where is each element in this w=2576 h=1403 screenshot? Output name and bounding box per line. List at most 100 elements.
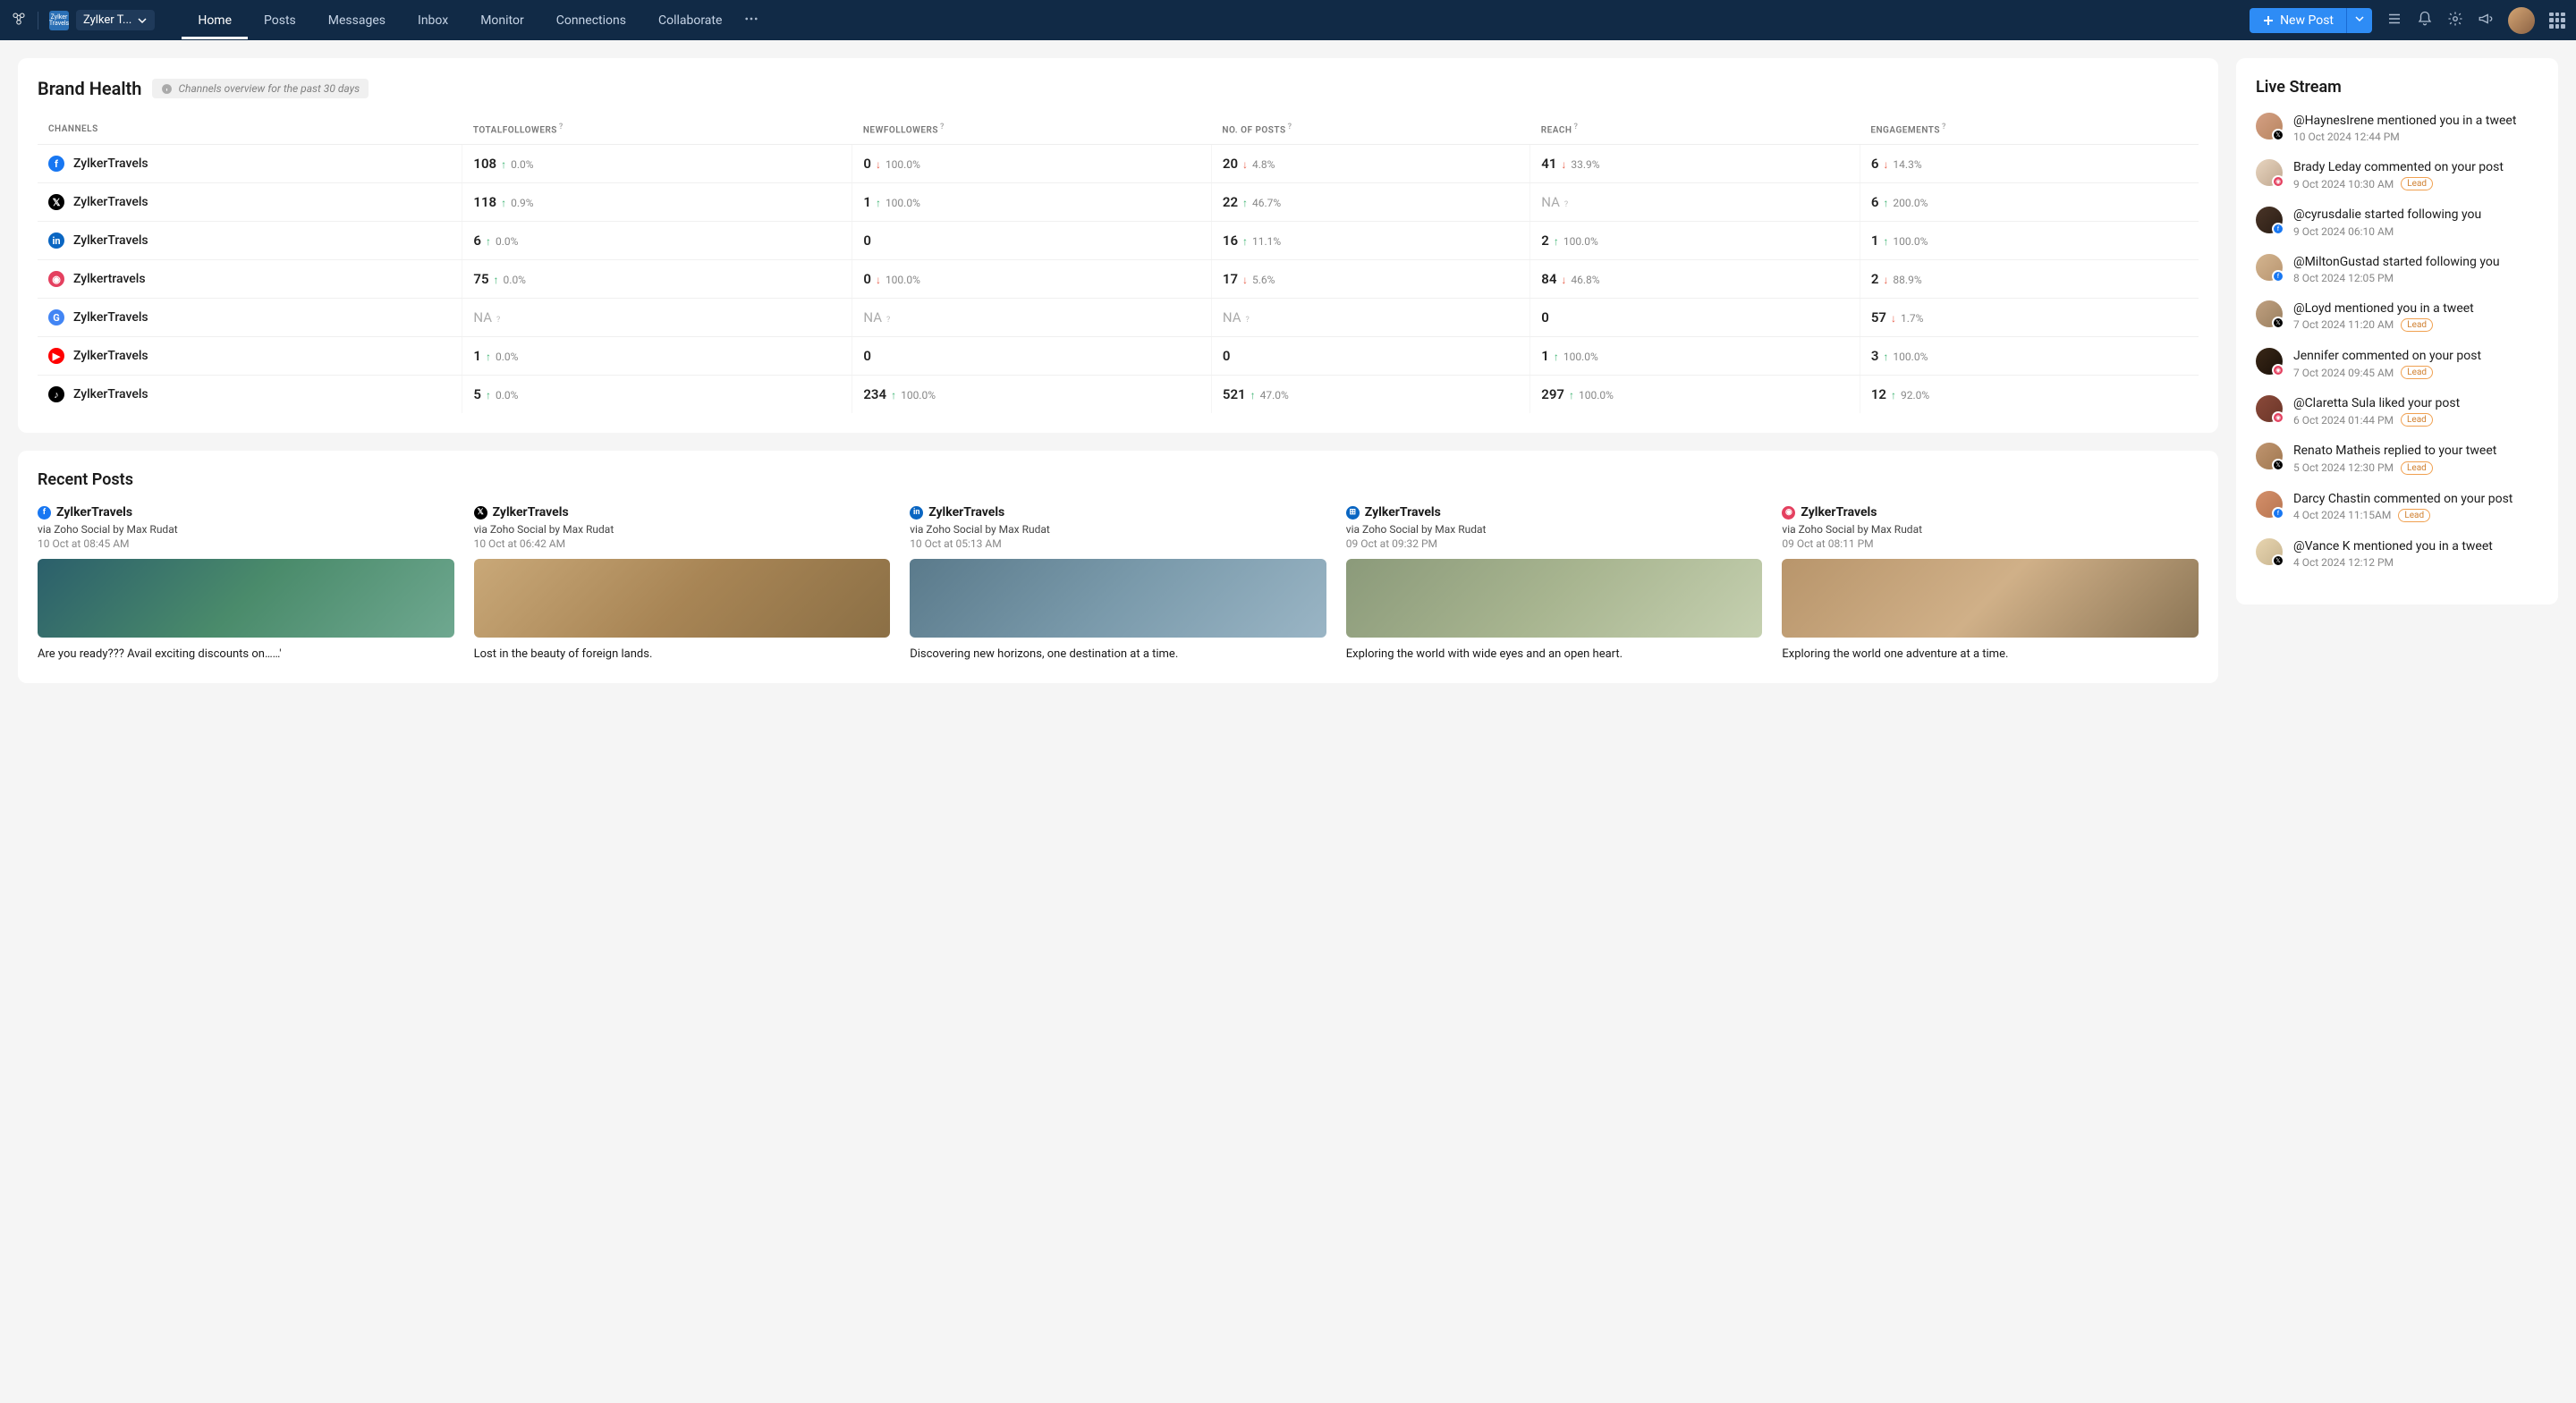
lead-badge: Lead xyxy=(2401,461,2433,475)
trend-down-icon: ↓ xyxy=(1242,274,1248,286)
trend-up-icon: ↑ xyxy=(486,389,491,401)
metric-value: NA xyxy=(1223,309,1241,325)
nav-item-connections[interactable]: Connections xyxy=(540,2,642,39)
linkedin-icon: in xyxy=(910,506,923,520)
metric-percent: 100.0% xyxy=(886,274,920,286)
post-text: Exploring the world one adventure at a t… xyxy=(1782,647,2199,663)
brand-health-header: Brand Health Channels overview for the p… xyxy=(38,78,2199,99)
post-card[interactable]: ◉ZylkerTravelsvia Zoho Social by Max Rud… xyxy=(1782,505,2199,663)
metric-value: 0 xyxy=(1541,309,1549,325)
metric-percent: 92.0% xyxy=(1901,389,1929,401)
table-row[interactable]: ◉Zylkertravels75↑0.0%0↓100.0%17↓5.6%84↓4… xyxy=(38,260,2199,299)
table-header: TOTALFOLLOWERS? xyxy=(462,114,852,145)
user-avatar[interactable] xyxy=(2508,7,2535,34)
metric-percent: 100.0% xyxy=(1893,351,1928,363)
brand-selector[interactable]: Zylker T... xyxy=(76,10,155,30)
metric-percent: 100.0% xyxy=(886,158,920,171)
channel-name: ZylkerTravels xyxy=(73,349,148,363)
trend-up-icon: ↑ xyxy=(494,274,499,286)
trend-up-icon: ↑ xyxy=(1569,389,1574,401)
facebook-badge-icon: f xyxy=(2272,270,2284,283)
live-stream-item[interactable]: f@MiltonGustad started following you8 Oc… xyxy=(2256,254,2538,284)
post-time: 09 Oct at 09:32 PM xyxy=(1346,537,1763,550)
post-card[interactable]: fZylkerTravelsvia Zoho Social by Max Rud… xyxy=(38,505,454,663)
post-via: via Zoho Social by Max Rudat xyxy=(910,523,1326,536)
app-logo-icon[interactable] xyxy=(11,11,27,30)
nav-item-messages[interactable]: Messages xyxy=(312,2,402,39)
live-stream-item[interactable]: ◉Brady Leday commented on your post9 Oct… xyxy=(2256,159,2538,190)
metric-percent: 1.7% xyxy=(1901,312,1923,325)
live-stream-item[interactable]: ◉Jennifer commented on your post7 Oct 20… xyxy=(2256,348,2538,379)
post-image xyxy=(1346,559,1763,638)
list-icon[interactable] xyxy=(2386,11,2402,30)
activity-text: @cyrusdalie started following you xyxy=(2293,207,2538,223)
lead-badge: Lead xyxy=(2401,366,2433,379)
metric-percent: 200.0% xyxy=(1893,197,1928,209)
trend-up-icon: ↑ xyxy=(1242,235,1248,248)
post-text: Exploring the world with wide eyes and a… xyxy=(1346,647,1763,663)
table-row[interactable]: fZylkerTravels108↑0.0%0↓100.0%20↓4.8%41↓… xyxy=(38,145,2199,183)
live-stream-item[interactable]: 𝕏Renato Matheis replied to your tweet5 O… xyxy=(2256,443,2538,474)
new-post-dropdown[interactable] xyxy=(2346,8,2372,33)
nav-item-inbox[interactable]: Inbox xyxy=(402,2,464,39)
post-card[interactable]: 𝕏ZylkerTravelsvia Zoho Social by Max Rud… xyxy=(474,505,891,663)
activity-text: @HaynesIrene mentioned you in a tweet xyxy=(2293,113,2538,129)
info-icon xyxy=(161,83,173,95)
metric-value: 1 xyxy=(1871,232,1879,249)
live-stream-item[interactable]: ◉@Claretta Sula liked your post6 Oct 202… xyxy=(2256,395,2538,427)
metric-value: 297 xyxy=(1541,386,1564,402)
post-card[interactable]: ⊞ZylkerTravelsvia Zoho Social by Max Rud… xyxy=(1346,505,1763,663)
gear-icon[interactable] xyxy=(2447,11,2463,30)
nav-item-home[interactable]: Home xyxy=(182,2,248,39)
table-row[interactable]: GZylkerTravelsNA ?NA ?NA ?057↓1.7% xyxy=(38,299,2199,337)
metric-value: 3 xyxy=(1871,348,1879,364)
topbar: ZylkerTravels Zylker T... HomePostsMessa… xyxy=(0,0,2576,40)
avatar: ◉ xyxy=(2256,348,2283,375)
more-menu-icon[interactable] xyxy=(743,11,759,30)
trend-down-icon: ↓ xyxy=(1891,312,1896,325)
trend-up-icon: ↑ xyxy=(876,197,881,209)
megaphone-icon[interactable] xyxy=(2478,11,2494,30)
activity-time: 6 Oct 2024 01:44 PM xyxy=(2293,414,2394,427)
metric-value: 16 xyxy=(1223,232,1238,249)
main-column: Brand Health Channels overview for the p… xyxy=(18,58,2218,683)
live-stream-item[interactable]: f@cyrusdalie started following you9 Oct … xyxy=(2256,207,2538,237)
apps-grid-icon[interactable] xyxy=(2549,13,2565,29)
live-stream-item[interactable]: fDarcy Chastin commented on your post4 O… xyxy=(2256,491,2538,522)
metric-value: 5 xyxy=(473,386,481,402)
live-stream-item[interactable]: 𝕏@Vance K mentioned you in a tweet4 Oct … xyxy=(2256,538,2538,569)
instagram-icon: ◉ xyxy=(1782,506,1795,520)
trend-down-icon: ↓ xyxy=(1883,274,1888,286)
live-stream-item[interactable]: 𝕏@HaynesIrene mentioned you in a tweet10… xyxy=(2256,113,2538,143)
metric-percent: 100.0% xyxy=(1563,235,1598,248)
brand-health-title: Brand Health xyxy=(38,78,141,99)
live-stream-item[interactable]: 𝕏@Loyd mentioned you in a tweet7 Oct 202… xyxy=(2256,300,2538,332)
metric-value: 0 xyxy=(863,232,871,249)
trend-up-icon: ↑ xyxy=(501,158,506,171)
post-card[interactable]: inZylkerTravelsvia Zoho Social by Max Ru… xyxy=(910,505,1326,663)
metric-value: NA xyxy=(473,309,492,325)
table-row[interactable]: inZylkerTravels6↑0.0%016↑11.1%2↑100.0%1↑… xyxy=(38,222,2199,260)
table-header: REACH? xyxy=(1530,114,1860,145)
table-header: ENGAGEMENTS? xyxy=(1860,114,2199,145)
table-header: CHANNELS xyxy=(38,114,462,145)
facebook-icon: f xyxy=(38,506,51,520)
table-row[interactable]: 𝕏ZylkerTravels118↑0.9%1↑100.0%22↑46.7%NA… xyxy=(38,183,2199,222)
google-icon: G xyxy=(48,309,64,325)
avatar: 𝕏 xyxy=(2256,538,2283,565)
trend-up-icon: ↑ xyxy=(1883,197,1888,209)
post-via: via Zoho Social by Max Rudat xyxy=(1782,523,2199,536)
nav-item-collaborate[interactable]: Collaborate xyxy=(642,2,738,39)
metric-percent: 33.9% xyxy=(1571,158,1599,171)
activity-text: Renato Matheis replied to your tweet xyxy=(2293,443,2538,459)
trend-up-icon: ↑ xyxy=(891,389,896,401)
metric-value: 20 xyxy=(1223,156,1238,172)
nav-item-posts[interactable]: Posts xyxy=(248,2,312,39)
trend-down-icon: ↓ xyxy=(1561,158,1566,171)
new-post-button[interactable]: New Post xyxy=(2250,8,2346,33)
table-row[interactable]: ▶ZylkerTravels1↑0.0%001↑100.0%3↑100.0% xyxy=(38,337,2199,376)
nav-item-monitor[interactable]: Monitor xyxy=(464,2,540,39)
bell-icon[interactable] xyxy=(2417,11,2433,30)
activity-text: @Loyd mentioned you in a tweet xyxy=(2293,300,2538,317)
table-row[interactable]: ♪ZylkerTravels5↑0.0%234↑100.0%521↑47.0%2… xyxy=(38,376,2199,414)
